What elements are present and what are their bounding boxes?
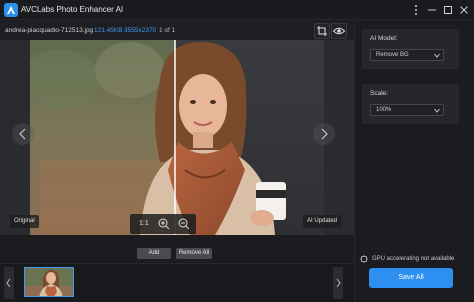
file-size: 121.45KB (94, 27, 123, 34)
ai-model-label: AI Model: (370, 35, 398, 42)
ai-model-select[interactable]: Remove BG (370, 49, 444, 61)
strip-next-button[interactable] (333, 267, 343, 299)
maximize-icon[interactable] (440, 2, 456, 18)
minimize-icon[interactable] (424, 2, 440, 18)
chevron-down-icon (434, 108, 440, 113)
zoom-ratio-button[interactable]: 1:1 (139, 220, 149, 227)
zoom-out-icon[interactable] (177, 217, 191, 231)
scale-select[interactable]: 100% (370, 104, 444, 116)
strip-previous-button[interactable] (4, 267, 14, 299)
crop-icon[interactable] (314, 23, 330, 39)
close-icon[interactable] (456, 2, 472, 18)
image-thumbnail[interactable] (24, 267, 74, 297)
title-bar: AVCLabs Photo Enhancer AI (0, 0, 474, 20)
photo-image (0, 40, 354, 235)
ai-model-value: Remove BG (376, 52, 409, 58)
file-dimensions: 3555x2370 (124, 27, 157, 34)
menu-icon[interactable] (408, 2, 424, 18)
app-logo-icon (4, 3, 18, 17)
gpu-chip-icon (360, 255, 368, 263)
remove-all-button[interactable]: Remove All (176, 248, 212, 259)
zoom-in-icon[interactable] (157, 217, 171, 231)
action-bar: Add Remove All (0, 243, 354, 263)
save-all-button[interactable]: Save All (369, 268, 453, 288)
previous-image-button[interactable] (12, 123, 34, 145)
image-preview[interactable]: Original AI Updated (0, 40, 354, 235)
original-tag: Original (10, 215, 39, 228)
page-indicator: 1 of 1 (159, 27, 176, 34)
zoom-controls: 1:1 (130, 214, 196, 234)
ai-updated-tag: AI Updated (303, 215, 342, 228)
scale-value: 100% (376, 107, 392, 113)
add-button[interactable]: Add (137, 248, 171, 259)
scale-card: Scale: 100% (362, 84, 459, 124)
file-name: andrea-piacquadio-712513.jpg (5, 27, 94, 34)
app-title: AVCLabs Photo Enhancer AI (21, 5, 124, 14)
eye-icon[interactable] (331, 23, 347, 39)
thumbnail-strip (0, 263, 354, 302)
scale-label: Scale: (370, 90, 389, 97)
next-image-button[interactable] (313, 123, 335, 145)
gpu-status-text: GPU accelerating not available (372, 256, 455, 262)
ai-model-card: AI Model: Remove BG (362, 29, 459, 69)
file-info-bar: andrea-piacquadio-712513.jpg 121.45KB 35… (0, 21, 354, 41)
settings-panel: AI Model: Remove BG Scale: 100% GPU acce… (354, 21, 474, 302)
chevron-down-icon (434, 53, 440, 58)
